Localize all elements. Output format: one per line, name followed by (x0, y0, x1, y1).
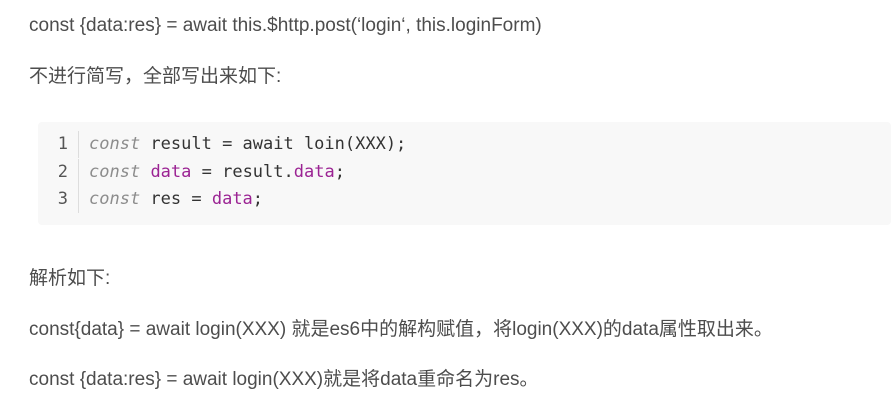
line-number: 2 (38, 159, 79, 186)
code-property: data (211, 189, 253, 209)
code-text: ; (252, 189, 264, 209)
code-line: 1 const result = await loin(XXX); (38, 131, 406, 158)
code-text: ; (334, 162, 345, 182)
code-property: data (150, 162, 192, 182)
paragraph-rename: const {data:res} = await login(XXX)就是将da… (29, 369, 539, 390)
code-keyword: const (89, 162, 141, 182)
code-keyword: const (89, 189, 141, 209)
line-number: 1 (38, 131, 79, 158)
paragraph-intro: 不进行简写，全部写出来如下: (29, 66, 282, 87)
code-text: result = await loin(XXX); (140, 134, 407, 154)
code-keyword: const (89, 134, 141, 154)
paragraph-login-post: const {data:res} = await this.$http.post… (29, 15, 542, 36)
code-property: data (293, 162, 335, 182)
line-number: 3 (38, 186, 79, 213)
code-line: 2 const data = result.data; (38, 159, 345, 186)
paragraph-analysis-heading: 解析如下: (29, 268, 111, 289)
code-text: = result. (191, 162, 294, 182)
code-text: res = (140, 189, 212, 209)
paragraph-destructuring: const{data} = await login(XXX) 就是es6中的解构… (29, 319, 773, 340)
code-block: 1 const result = await loin(XXX); 2 const … (38, 122, 891, 225)
code-line: 3 const res = data; (38, 186, 263, 213)
